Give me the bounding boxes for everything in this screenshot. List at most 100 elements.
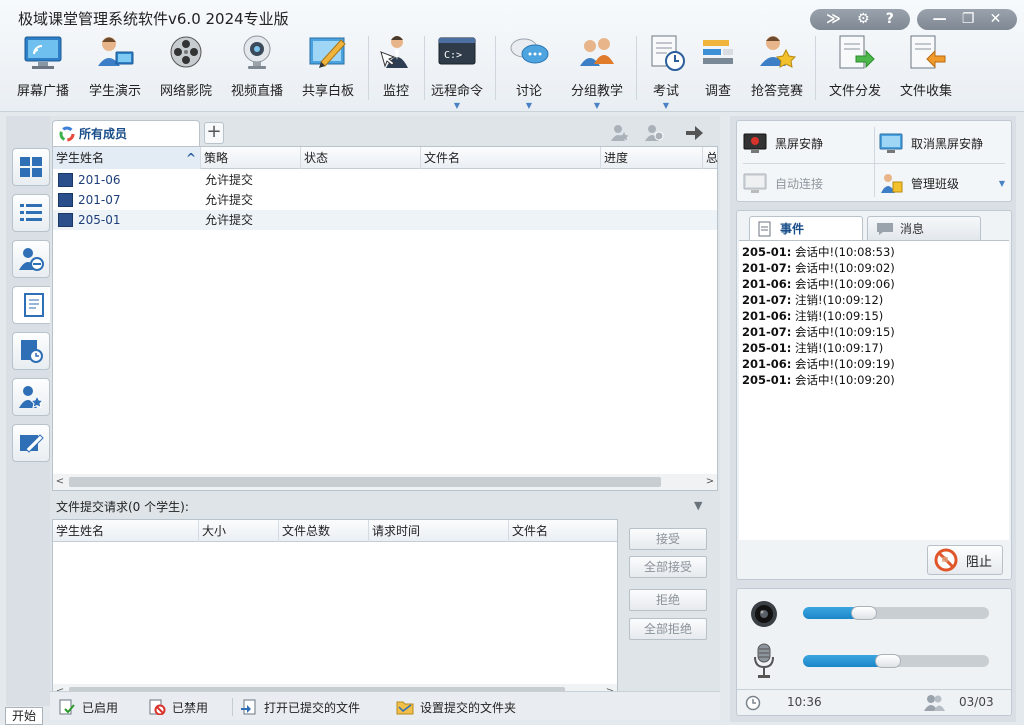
manage-class-button[interactable]: 管理班级 ▼ bbox=[879, 164, 1009, 202]
black-screen-button[interactable]: 黑屏安静 bbox=[743, 124, 871, 162]
whiteboard-icon bbox=[309, 37, 346, 68]
chevron-down-icon[interactable]: ▼ bbox=[454, 101, 460, 110]
start-button[interactable]: 开始 bbox=[5, 707, 43, 725]
column-size[interactable]: 大小 bbox=[199, 520, 279, 542]
tab-whiteboard[interactable] bbox=[12, 424, 50, 462]
tab-events[interactable]: 事件 bbox=[749, 216, 863, 240]
column-total[interactable]: 总 bbox=[703, 147, 719, 169]
tool-shared-whiteboard[interactable]: 共享白板 bbox=[297, 30, 359, 110]
column-progress[interactable]: 进度 bbox=[601, 147, 703, 169]
scroll-right-icon[interactable]: > bbox=[703, 474, 717, 490]
chevron-down-icon[interactable]: ▼ bbox=[999, 179, 1005, 188]
stop-button[interactable]: 阻止 bbox=[927, 545, 1003, 575]
tool-network-cinema[interactable]: 网络影院 bbox=[155, 30, 217, 110]
mic-volume-slider[interactable] bbox=[803, 654, 989, 668]
tab-user-manage[interactable] bbox=[12, 240, 50, 278]
list-item: 205-01: 注销!(10:09:17) bbox=[742, 341, 884, 355]
minimize-icon[interactable]: — bbox=[933, 9, 947, 30]
settings-icon[interactable]: ⚙ bbox=[857, 9, 870, 30]
student-name: 201-06 bbox=[78, 173, 121, 187]
enabled-button[interactable]: 已启用 bbox=[58, 697, 118, 717]
current-time: 10:36 bbox=[787, 695, 822, 709]
collapse-triangle-icon[interactable]: ▼ bbox=[694, 499, 702, 512]
speaker-volume-slider[interactable] bbox=[803, 606, 989, 620]
reject-all-button[interactable]: 全部拒绝 bbox=[629, 618, 707, 640]
scroll-thumb[interactable] bbox=[69, 477, 661, 487]
tool-remote-command[interactable]: C:> 远程命令 ▼ bbox=[426, 30, 488, 110]
column-status[interactable]: 状态 bbox=[301, 147, 421, 169]
slider-knob[interactable] bbox=[875, 654, 901, 668]
file-distribute-icon bbox=[839, 35, 875, 69]
tab-list-view[interactable] bbox=[12, 194, 50, 232]
tab-all-members[interactable]: 所有成员 bbox=[52, 120, 200, 146]
tool-label: 分组教学 bbox=[570, 84, 623, 99]
doc-forbidden-icon bbox=[149, 699, 166, 715]
add-tab-button[interactable]: + bbox=[204, 122, 224, 144]
restore-icon[interactable]: ❐ bbox=[962, 9, 975, 30]
tab-thumbnail-view[interactable] bbox=[12, 148, 50, 186]
reject-button[interactable]: 拒绝 bbox=[629, 589, 707, 611]
user-settings-icon[interactable] bbox=[644, 124, 664, 142]
column-strategy[interactable]: 策略 bbox=[201, 147, 301, 169]
disabled-button[interactable]: 已禁用 bbox=[148, 697, 208, 717]
slider-knob[interactable] bbox=[851, 606, 877, 620]
column-filename[interactable]: 文件名 bbox=[421, 147, 601, 169]
column-student-name[interactable]: 学生姓名 ^ bbox=[53, 147, 201, 169]
set-folder-button[interactable]: 设置提交的文件夹 bbox=[396, 697, 516, 717]
accept-all-button[interactable]: 全部接受 bbox=[629, 556, 707, 578]
open-submitted-button[interactable]: 打开已提交的文件 bbox=[240, 697, 360, 717]
accept-button[interactable]: 接受 bbox=[629, 528, 707, 550]
toolbar-separator bbox=[424, 36, 425, 100]
auto-connect-button[interactable]: 自动连接 bbox=[743, 164, 871, 202]
list-item: 201-07: 会话中!(10:09:02) bbox=[742, 261, 895, 275]
speaker-icon bbox=[751, 601, 777, 627]
help-icon[interactable]: ? bbox=[886, 9, 894, 30]
column-file-count[interactable]: 文件总数 bbox=[279, 520, 369, 542]
list-item: 201-06: 会话中!(10:09:06) bbox=[742, 277, 895, 291]
strategy-cell: 允许提交 bbox=[205, 193, 254, 207]
tool-screen-broadcast[interactable]: 屏幕广播 bbox=[12, 30, 74, 110]
member-tab-row: 所有成员 + bbox=[50, 116, 720, 146]
tool-group-teaching[interactable]: 分组教学 ▼ bbox=[566, 30, 628, 110]
arrow-right-icon[interactable] bbox=[684, 124, 704, 142]
tool-exam[interactable]: 考试 ▼ bbox=[638, 30, 694, 110]
table-row[interactable]: 201-07 允许提交 bbox=[53, 190, 717, 210]
cancel-black-screen-button[interactable]: 取消黑屏安静 bbox=[879, 124, 1009, 162]
black-screen-icon bbox=[743, 133, 767, 153]
chevron-down-icon[interactable]: ▼ bbox=[526, 101, 532, 110]
collapse-icon[interactable]: ≫ bbox=[826, 9, 841, 30]
group-user-icon[interactable] bbox=[610, 124, 630, 142]
toolbar-separator bbox=[495, 36, 496, 100]
view-tabs bbox=[6, 116, 54, 706]
table-row[interactable]: 201-06 允许提交 bbox=[53, 170, 717, 190]
tab-file-submit[interactable] bbox=[12, 286, 54, 324]
tab-messages[interactable]: 消息 bbox=[867, 216, 981, 240]
clock-icon bbox=[745, 695, 761, 711]
horizontal-scrollbar[interactable]: < > bbox=[53, 474, 717, 490]
forbidden-icon bbox=[934, 548, 958, 572]
table-row[interactable]: 205-01 允许提交 bbox=[53, 210, 717, 230]
user-remove-icon bbox=[19, 248, 44, 271]
tool-label: 共享白板 bbox=[301, 84, 354, 99]
exam-clock-icon bbox=[651, 35, 685, 71]
tool-student-demo[interactable]: 学生演示 bbox=[84, 30, 146, 110]
title-toolbar: 极域课堂管理系统软件v6.0 2024专业版 ≫ ⚙ ? — ❐ ✕ 屏幕广播 … bbox=[0, 0, 1024, 112]
tab-history[interactable] bbox=[12, 332, 50, 370]
chevron-down-icon[interactable]: ▼ bbox=[663, 101, 669, 110]
tab-contest[interactable] bbox=[12, 378, 50, 416]
tool-video-live[interactable]: 视频直播 bbox=[226, 30, 288, 110]
column-filename[interactable]: 文件名 bbox=[509, 520, 617, 542]
tool-file-distribute[interactable]: 文件分发 bbox=[822, 30, 888, 110]
tool-monitor[interactable]: 监控 bbox=[372, 30, 420, 110]
close-icon[interactable]: ✕ bbox=[990, 9, 1002, 30]
scroll-left-icon[interactable]: < bbox=[53, 474, 67, 490]
svg-text:C:>: C:> bbox=[444, 50, 462, 61]
tool-survey[interactable]: 调查 bbox=[696, 30, 740, 110]
chevron-down-icon[interactable]: ▼ bbox=[594, 101, 600, 110]
divider bbox=[874, 127, 875, 197]
tool-discussion[interactable]: 讨论 ▼ bbox=[498, 30, 560, 110]
tool-quiz-contest[interactable]: 抢答竞赛 bbox=[746, 30, 808, 110]
column-request-time[interactable]: 请求时间 bbox=[369, 520, 509, 542]
column-student-name[interactable]: 学生姓名 bbox=[53, 520, 199, 542]
tool-file-collect[interactable]: 文件收集 bbox=[893, 30, 959, 110]
